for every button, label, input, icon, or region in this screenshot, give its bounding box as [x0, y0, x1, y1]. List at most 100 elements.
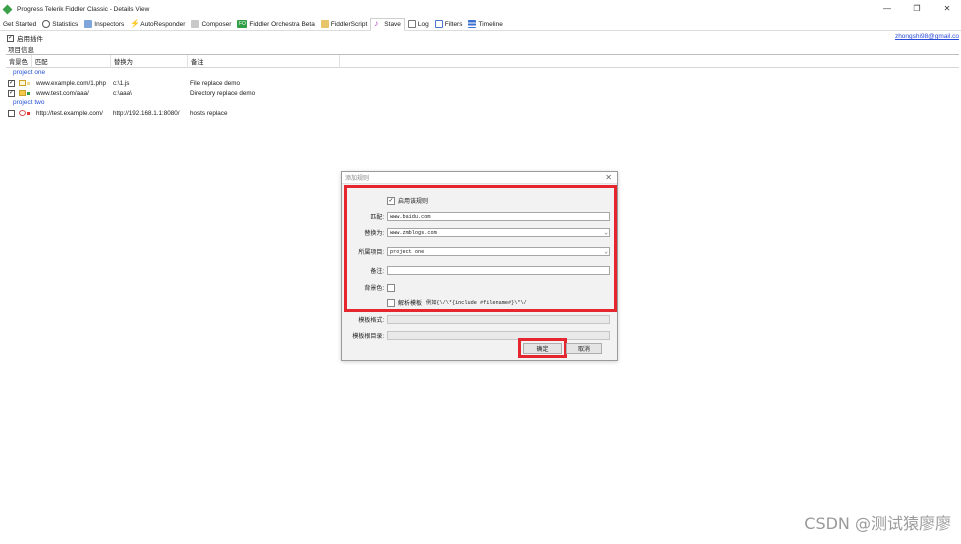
dialog-close-icon[interactable]: ✕: [605, 173, 612, 182]
rule-replace: c:\aaa\: [113, 89, 132, 97]
replace-row: 替换为: www.zmblogs.com ⌄: [349, 228, 610, 237]
rule-note: File replace demo: [190, 79, 241, 87]
table-row[interactable]: ✓ www.example.com/1.php c:\1.js File rep…: [6, 78, 959, 88]
enable-rule-checkbox[interactable]: ✓: [387, 196, 395, 205]
tab-filters[interactable]: Filters: [432, 18, 466, 31]
tab-label: Fiddler Orchestra Beta: [249, 20, 315, 28]
project-row: 所属项目: project one ⌄: [349, 247, 610, 256]
bgcolor-label: 背景色:: [364, 286, 384, 292]
tab-label: AutoResponder: [140, 20, 186, 28]
timeline-icon: [468, 20, 477, 28]
project-value: project one: [390, 248, 425, 255]
tab-autoresponder[interactable]: ⚡ AutoResponder: [127, 18, 188, 31]
color-swatch: [27, 81, 30, 85]
stopwatch-icon: [42, 20, 51, 28]
hosts-icon: [19, 110, 26, 116]
project-select[interactable]: project one ⌄: [387, 247, 610, 256]
music-note-icon: ♪: [374, 19, 379, 28]
tab-stave[interactable]: ♪ Stave: [370, 17, 405, 31]
template-root-label: 模板根目录:: [352, 334, 384, 340]
rule-enable-checkbox[interactable]: ✓: [8, 79, 15, 87]
note-label: 备注:: [370, 269, 384, 275]
group-project-two[interactable]: project two: [6, 98, 959, 108]
watermark: CSDN @测试猿廖廖: [804, 514, 951, 533]
note-input[interactable]: [387, 266, 610, 275]
enable-rule-row[interactable]: ✓ 启用该规则: [387, 196, 428, 205]
template-format-row: 模板格式:: [349, 315, 610, 324]
bgcolor-row: 背景色:: [349, 283, 395, 292]
enable-plugin-row[interactable]: ✓ 启用插件: [7, 33, 43, 43]
rule-replace: http://192.168.1.1:8080/: [113, 109, 180, 117]
script-icon: [320, 20, 329, 28]
rule-replace: c:\1.js: [113, 79, 130, 87]
window-controls: — ❐ ✕: [881, 4, 953, 13]
tab-fiddlerscript[interactable]: FiddlerScript: [318, 18, 370, 31]
replace-label: 替换为:: [364, 231, 384, 237]
template-checkbox[interactable]: [387, 298, 395, 307]
add-rule-dialog: 添加规则 ✕ ✓ 启用该规则 匹配: www.baidu.com 替换为: ww…: [341, 171, 618, 361]
tab-label: FiddlerScript: [330, 20, 368, 28]
replace-value: www.zmblogs.com: [390, 229, 437, 236]
tab-composer[interactable]: Composer: [188, 18, 234, 31]
tab-statistics[interactable]: Statistics: [39, 18, 81, 31]
inspectors-icon: [84, 20, 93, 28]
window-title: Progress Telerik Fiddler Classic - Detai…: [17, 5, 150, 13]
rule-note: hosts replace: [190, 109, 228, 117]
tab-label: Log: [417, 20, 429, 28]
cancel-button[interactable]: 取消: [566, 343, 602, 354]
user-email-link[interactable]: zhongshi98@gmail.co: [895, 33, 959, 40]
ok-button[interactable]: 确定: [523, 343, 562, 354]
column-header-bgcolor[interactable]: 背景色: [6, 54, 32, 68]
close-button[interactable]: ✕: [941, 4, 953, 13]
filter-icon: [434, 20, 443, 28]
column-header-replace[interactable]: 替换为: [111, 54, 188, 68]
tab-inspectors[interactable]: Inspectors: [81, 18, 127, 31]
match-label: 匹配:: [370, 215, 384, 221]
bgcolor-picker[interactable]: [387, 283, 395, 292]
restore-button[interactable]: ❐: [911, 4, 923, 13]
rule-match: http://test.example.com/: [36, 109, 103, 117]
table-row[interactable]: http://test.example.com/ http://192.168.…: [6, 108, 959, 118]
fo-icon: FO: [237, 20, 248, 28]
color-swatch: [27, 111, 30, 115]
rule-match: www.test.com/aaa/: [36, 89, 89, 97]
template-format-label: 模板格式:: [358, 318, 384, 324]
enable-rule-label: 启用该规则: [398, 199, 429, 205]
tab-label: Get Started: [3, 20, 37, 28]
enable-plugin-label: 启用插件: [17, 36, 43, 43]
tab-strip: Get Started Statistics Inspectors ⚡ Auto…: [0, 17, 961, 31]
folder-icon: [19, 90, 26, 96]
template-hint: 例如{\/\*{include #filename#}\*\/: [426, 300, 527, 306]
dialog-title: 添加规则: [342, 172, 617, 184]
replace-combobox[interactable]: www.zmblogs.com ⌄: [387, 228, 610, 237]
tab-label: Stave: [384, 20, 401, 28]
tab-fiddler-orchestra[interactable]: FO Fiddler Orchestra Beta: [234, 18, 317, 31]
template-row[interactable]: 解析模板 例如{\/\*{include #filename#}\*\/: [387, 298, 527, 307]
template-format-input: [387, 315, 610, 324]
tab-label: Filters: [444, 20, 463, 28]
template-root-input: [387, 331, 610, 340]
rule-enable-checkbox[interactable]: ✓: [8, 89, 15, 97]
column-header-note[interactable]: 备注: [188, 54, 340, 68]
chevron-down-icon: ⌄: [604, 248, 608, 255]
template-root-row: 模板根目录:: [349, 331, 610, 340]
tab-label: Inspectors: [94, 20, 125, 28]
tab-get-started[interactable]: Get Started: [0, 18, 39, 31]
enable-plugin-checkbox[interactable]: ✓: [7, 34, 14, 42]
match-input[interactable]: www.baidu.com: [387, 212, 610, 221]
tab-label: Timeline: [478, 20, 503, 28]
rule-enable-checkbox[interactable]: [8, 109, 15, 117]
tab-log[interactable]: Log: [405, 18, 432, 31]
file-icon: [19, 80, 26, 86]
note-row: 备注:: [349, 266, 610, 275]
color-swatch: [27, 91, 30, 95]
tab-label: Statistics: [52, 20, 79, 28]
project-info-label: 项目信息: [8, 47, 34, 54]
group-project-one[interactable]: project one: [6, 68, 959, 78]
table-row[interactable]: ✓ www.test.com/aaa/ c:\aaa\ Directory re…: [6, 88, 959, 98]
tab-label: Composer: [201, 20, 232, 28]
title-bar: Progress Telerik Fiddler Classic - Detai…: [0, 0, 961, 18]
minimize-button[interactable]: —: [881, 4, 893, 13]
column-header-match[interactable]: 匹配: [32, 54, 111, 68]
tab-timeline[interactable]: Timeline: [465, 18, 505, 31]
